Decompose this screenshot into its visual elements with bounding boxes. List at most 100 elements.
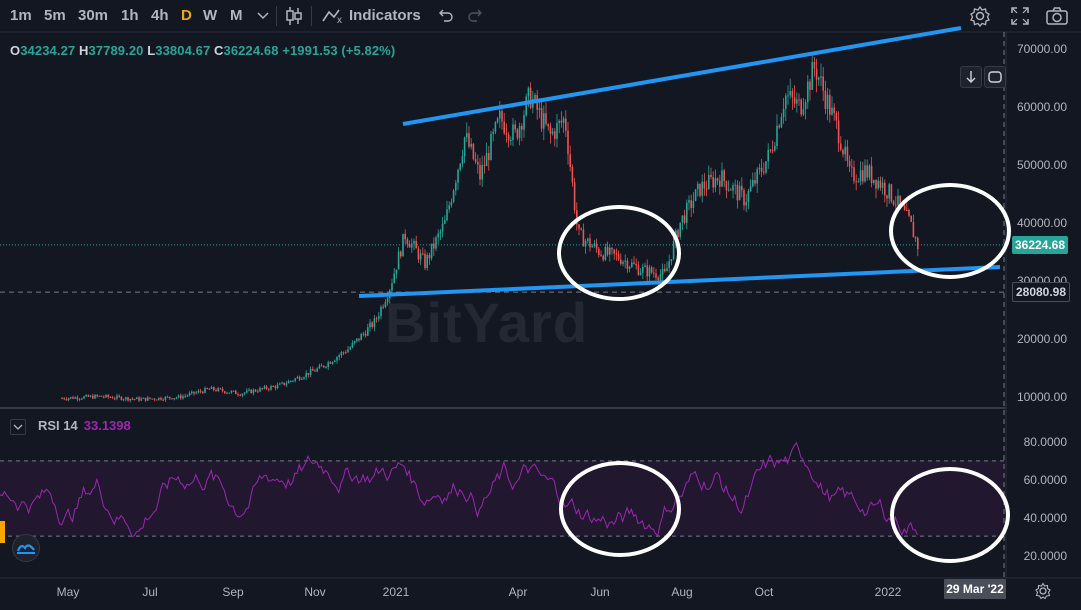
- candle-body: [776, 125, 778, 146]
- candle-body: [624, 260, 626, 262]
- candle-body: [422, 253, 424, 255]
- candle-body: [569, 154, 571, 168]
- candle-body: [219, 388, 222, 390]
- candle-body: [224, 391, 226, 394]
- candle-body: [316, 368, 318, 372]
- upper-trendline[interactable]: [402, 26, 962, 126]
- candle-body: [734, 184, 736, 186]
- candle-body: [292, 380, 294, 382]
- candle-body: [191, 391, 193, 394]
- candle-body: [626, 260, 629, 269]
- close-label: C: [214, 43, 224, 58]
- candle-body: [466, 133, 468, 138]
- auto-scale-button[interactable]: [984, 66, 1006, 88]
- candle-body: [138, 397, 140, 401]
- candle-body: [133, 398, 136, 400]
- candle-body: [534, 94, 536, 100]
- candle-body: [523, 115, 525, 130]
- candle-body: [879, 180, 882, 188]
- candle-body: [798, 99, 800, 101]
- candle-body: [516, 129, 519, 139]
- candle-body: [250, 389, 252, 394]
- candle-body: [232, 390, 235, 392]
- candle-body: [184, 395, 186, 397]
- rsi-tick: 60.0000: [1023, 473, 1067, 487]
- scroll-to-latest-button[interactable]: [960, 66, 982, 88]
- candle-body: [598, 248, 600, 255]
- candle-body: [881, 182, 884, 188]
- candle-body: [822, 76, 824, 91]
- candle-body: [732, 185, 734, 191]
- candle-body: [301, 378, 303, 380]
- candle-body: [210, 386, 213, 389]
- candle-body: [807, 81, 809, 103]
- candle-body: [560, 120, 563, 123]
- candle-body: [430, 243, 433, 259]
- candle-body: [406, 239, 409, 245]
- candle-body: [65, 399, 68, 401]
- candle-body: [774, 145, 776, 151]
- candle-body: [268, 388, 270, 390]
- candle-body: [373, 318, 376, 328]
- candle-body: [666, 268, 668, 272]
- highlight-ellipse-price-current[interactable]: [889, 183, 1011, 279]
- candle-body: [837, 120, 840, 144]
- alert-marker: [0, 521, 5, 543]
- axis-settings-gear-icon[interactable]: [1034, 582, 1052, 600]
- arrow-down-icon: [966, 71, 976, 83]
- rsi-legend: RSI 14 33.1398: [10, 418, 131, 435]
- candle-body: [285, 383, 288, 385]
- candle-body: [303, 377, 305, 379]
- candle-body: [697, 183, 699, 190]
- candle-body: [237, 394, 239, 396]
- candle-body: [606, 246, 609, 255]
- candle-body: [543, 113, 545, 129]
- candle-body: [859, 170, 862, 182]
- candle-body: [320, 365, 323, 367]
- time-tick: Aug: [671, 585, 693, 599]
- candle-body: [855, 181, 857, 183]
- candle-body: [197, 390, 200, 393]
- candle-body: [622, 261, 624, 264]
- candle-body: [127, 397, 129, 401]
- price-tick: 50000.00: [1016, 158, 1067, 172]
- candle-body: [769, 149, 772, 151]
- candle-body: [668, 261, 670, 269]
- bityard-watermark: BitYard: [385, 291, 589, 354]
- candle-body: [688, 200, 690, 203]
- candle-body: [782, 108, 785, 118]
- candle-body: [644, 265, 646, 267]
- candle-body: [182, 396, 184, 399]
- candle-body: [94, 395, 96, 399]
- candle-body: [283, 382, 285, 385]
- candle-body: [419, 253, 422, 260]
- candle-body: [272, 386, 274, 388]
- candle-body: [571, 167, 574, 183]
- rsi-tick: 20.0000: [1023, 549, 1067, 563]
- candle-body: [906, 209, 908, 211]
- collapse-chevron-icon[interactable]: [10, 419, 26, 435]
- candle-body: [512, 124, 514, 140]
- candle-body: [567, 130, 569, 155]
- candle-body: [710, 174, 712, 178]
- tradingview-logo[interactable]: [12, 534, 40, 562]
- candle-body: [584, 241, 587, 247]
- candle-body: [428, 254, 431, 259]
- candle-body: [721, 170, 723, 187]
- candle-body: [76, 397, 79, 400]
- candle-body: [538, 108, 541, 110]
- candle-body: [116, 395, 118, 399]
- candle-body: [457, 169, 459, 183]
- candle-body: [639, 272, 642, 275]
- candle-body: [160, 397, 162, 400]
- candle-body: [78, 398, 81, 400]
- candle-body: [875, 179, 877, 189]
- candle-body: [857, 181, 860, 183]
- time-tick: Nov: [304, 585, 326, 599]
- candle-body: [353, 341, 356, 343]
- candle-body: [815, 68, 818, 80]
- candle-body: [166, 396, 169, 398]
- candle-body: [149, 397, 151, 399]
- candle-body: [281, 382, 283, 384]
- candle-body: [507, 134, 510, 141]
